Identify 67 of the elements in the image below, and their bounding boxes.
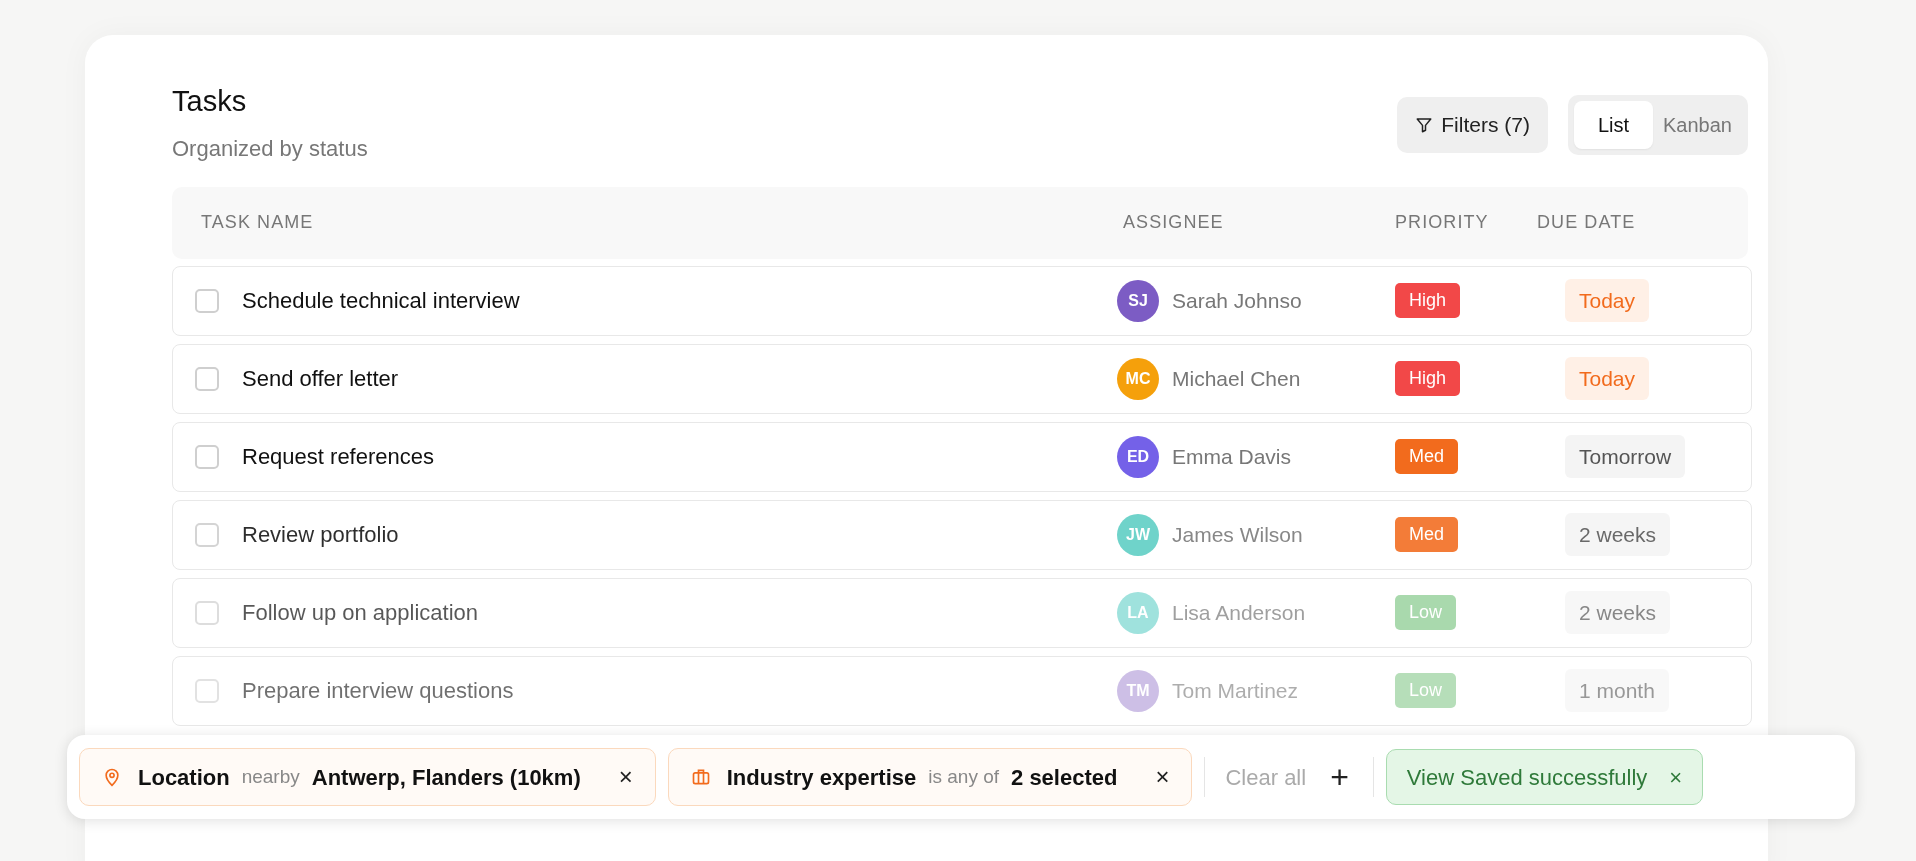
- column-header: ASSIGNEE: [1123, 212, 1224, 232]
- task-row[interactable]: Schedule technical interview SJ Sarah Johnso High Today: [172, 265, 1752, 336]
- checkbox[interactable]: [195, 678, 219, 703]
- page-subtitle: Organized by status: [172, 134, 368, 163]
- due-date-badge: Tomorrow: [1565, 434, 1686, 479]
- due-date-badge: 1 month: [1565, 668, 1669, 713]
- filter-chip[interactable]: Industry expertise is any of 2 selected ×: [667, 748, 1193, 806]
- avatar: SJ: [1117, 279, 1159, 322]
- assignee-name: Lisa Anderson: [1172, 599, 1306, 626]
- checkbox[interactable]: [195, 600, 219, 625]
- assignee-name: James Wilson: [1172, 521, 1303, 548]
- task-row[interactable]: Send offer letter MC Michael Chen High Today: [172, 343, 1752, 414]
- assignee-name: Tom Martinez: [1172, 677, 1299, 704]
- close-button[interactable]: ×: [1669, 760, 1683, 794]
- avatar: TM: [1117, 669, 1159, 712]
- filter-value: 2 selected: [1011, 763, 1118, 792]
- task-name: Follow up on application: [242, 599, 479, 627]
- filter-label: Industry expertise: [726, 763, 917, 792]
- avatar: ED: [1117, 435, 1159, 478]
- task-row[interactable]: Prepare interview questions TM Tom Martinez Low 1 month: [172, 655, 1752, 726]
- priority-badge: Med: [1395, 439, 1458, 474]
- task-name: Request references: [242, 443, 434, 471]
- task-name: Review portfolio: [242, 521, 399, 549]
- priority-badge: High: [1395, 283, 1461, 318]
- toast-message: View Saved successfully: [1406, 763, 1648, 792]
- task-row[interactable]: Request references ED Emma Davis Med Tomorrow: [172, 421, 1752, 492]
- briefcase-icon: [690, 767, 711, 787]
- checkbox[interactable]: [195, 522, 219, 547]
- avatar: LA: [1117, 591, 1159, 634]
- avatar: MC: [1117, 357, 1159, 400]
- due-date-badge: 2 weeks: [1565, 590, 1671, 635]
- task-name: Schedule technical interview: [242, 287, 520, 315]
- filter-chip[interactable]: Location nearby Antwerp, Flanders (10km) ×: [79, 748, 656, 806]
- task-row[interactable]: Follow up on application LA Lisa Anderson Low 2 weeks: [172, 577, 1752, 648]
- priority-badge: Med: [1395, 517, 1458, 552]
- avatar: JW: [1117, 513, 1159, 556]
- view-tab[interactable]: List: [1573, 101, 1654, 149]
- remove-button[interactable]: ×: [618, 759, 633, 795]
- filter-icon: [1415, 116, 1434, 134]
- task-name: Send offer letter: [242, 365, 399, 393]
- filter-label: Location: [138, 763, 230, 792]
- checkbox[interactable]: [195, 366, 219, 391]
- page-title: Tasks: [172, 84, 248, 119]
- column-header: DUE DATE: [1537, 212, 1636, 232]
- filter-operator: is any of: [928, 764, 1000, 789]
- priority-badge: Low: [1395, 673, 1457, 708]
- view-tab[interactable]: Kanban: [1653, 101, 1742, 149]
- priority-badge: Low: [1395, 595, 1457, 630]
- filter-operator: nearby: [241, 764, 300, 789]
- filter-value: Antwerp, Flanders (10km): [311, 763, 581, 792]
- assignee-name: Emma Davis: [1172, 443, 1292, 470]
- task-name: Prepare interview questions: [242, 677, 514, 705]
- assignee-name: Sarah Johnso: [1172, 287, 1302, 314]
- add-filter-button[interactable]: +: [1326, 761, 1353, 793]
- filters-button[interactable]: Filters (7): [1397, 97, 1548, 153]
- remove-button[interactable]: ×: [1155, 759, 1170, 795]
- due-date-badge: Today: [1565, 278, 1650, 323]
- column-header: TASK NAME: [201, 212, 314, 232]
- due-date-badge: 2 weeks: [1565, 512, 1671, 557]
- checkbox[interactable]: [195, 444, 219, 469]
- task-row[interactable]: Review portfolio JW James Wilson Med 2 weeks: [172, 499, 1752, 570]
- due-date-badge: Today: [1565, 356, 1650, 401]
- column-header: PRIORITY: [1395, 212, 1489, 232]
- assignee-name: Michael Chen: [1172, 365, 1301, 392]
- checkbox[interactable]: [195, 288, 219, 313]
- map-pin-icon: [102, 767, 122, 787]
- priority-badge: High: [1395, 361, 1461, 396]
